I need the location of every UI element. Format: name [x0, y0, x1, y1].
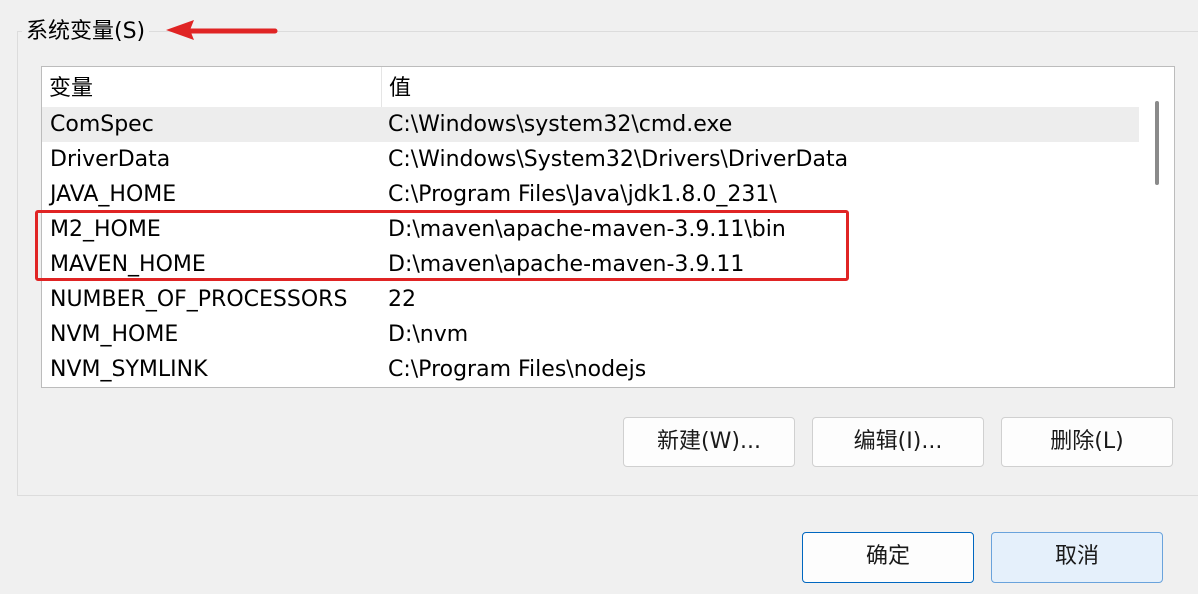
system-variables-list[interactable]: 变量 值 ComSpec C:\Windows\system32\cmd.exe…	[41, 66, 1175, 388]
variable-name: NVM_HOME	[50, 322, 179, 347]
edit-variable-button[interactable]: 编辑(I)...	[812, 417, 984, 467]
table-row[interactable]: DriverData C:\Windows\System32\Drivers\D…	[42, 142, 1139, 177]
list-rows: ComSpec C:\Windows\system32\cmd.exe Driv…	[42, 107, 1139, 387]
new-variable-button[interactable]: 新建(W)...	[623, 417, 795, 467]
table-row[interactable]: ComSpec C:\Windows\system32\cmd.exe	[42, 107, 1139, 142]
variable-value: C:\Program Files\Java\jdk1.8.0_231\	[388, 182, 777, 207]
delete-variable-button[interactable]: 删除(L)	[1001, 417, 1173, 467]
column-header-value[interactable]: 值	[382, 67, 1139, 107]
variable-name: NUMBER_OF_PROCESSORS	[50, 287, 348, 312]
left-arrow-icon	[166, 20, 278, 40]
group-title: 系统变量(S)	[22, 17, 150, 47]
table-row[interactable]: MAVEN_HOME D:\maven\apache-maven-3.9.11	[42, 247, 1139, 282]
variable-name: NVM_SYMLINK	[50, 357, 208, 382]
variable-value: 22	[388, 287, 416, 312]
table-row[interactable]: NVM_HOME D:\nvm	[42, 317, 1139, 352]
variable-name: MAVEN_HOME	[50, 252, 206, 277]
vertical-scrollbar[interactable]	[1139, 67, 1174, 387]
variable-name: DriverData	[50, 147, 171, 172]
cancel-button[interactable]: 取消	[991, 532, 1163, 583]
table-row[interactable]: NUMBER_OF_PROCESSORS 22	[42, 282, 1139, 317]
table-row[interactable]: JAVA_HOME C:\Program Files\Java\jdk1.8.0…	[42, 177, 1139, 212]
variable-value: D:\maven\apache-maven-3.9.11	[388, 252, 745, 277]
ok-button[interactable]: 确定	[802, 532, 974, 583]
scrollbar-thumb[interactable]	[1155, 101, 1159, 185]
table-row[interactable]: NVM_SYMLINK C:\Program Files\nodejs	[42, 352, 1139, 387]
variable-value: D:\maven\apache-maven-3.9.11\bin	[388, 217, 786, 242]
variable-value: C:\Program Files\nodejs	[388, 357, 647, 382]
table-row[interactable]: M2_HOME D:\maven\apache-maven-3.9.11\bin	[42, 212, 1139, 247]
variable-name: JAVA_HOME	[50, 182, 177, 207]
variable-name: M2_HOME	[50, 217, 161, 242]
variable-value: C:\Windows\system32\cmd.exe	[388, 112, 733, 137]
variable-value: D:\nvm	[388, 322, 469, 347]
variable-value: C:\Windows\System32\Drivers\DriverData	[388, 147, 849, 172]
variable-name: ComSpec	[50, 112, 154, 137]
list-header: 变量 值	[42, 67, 1139, 107]
column-header-variable[interactable]: 变量	[42, 67, 382, 107]
